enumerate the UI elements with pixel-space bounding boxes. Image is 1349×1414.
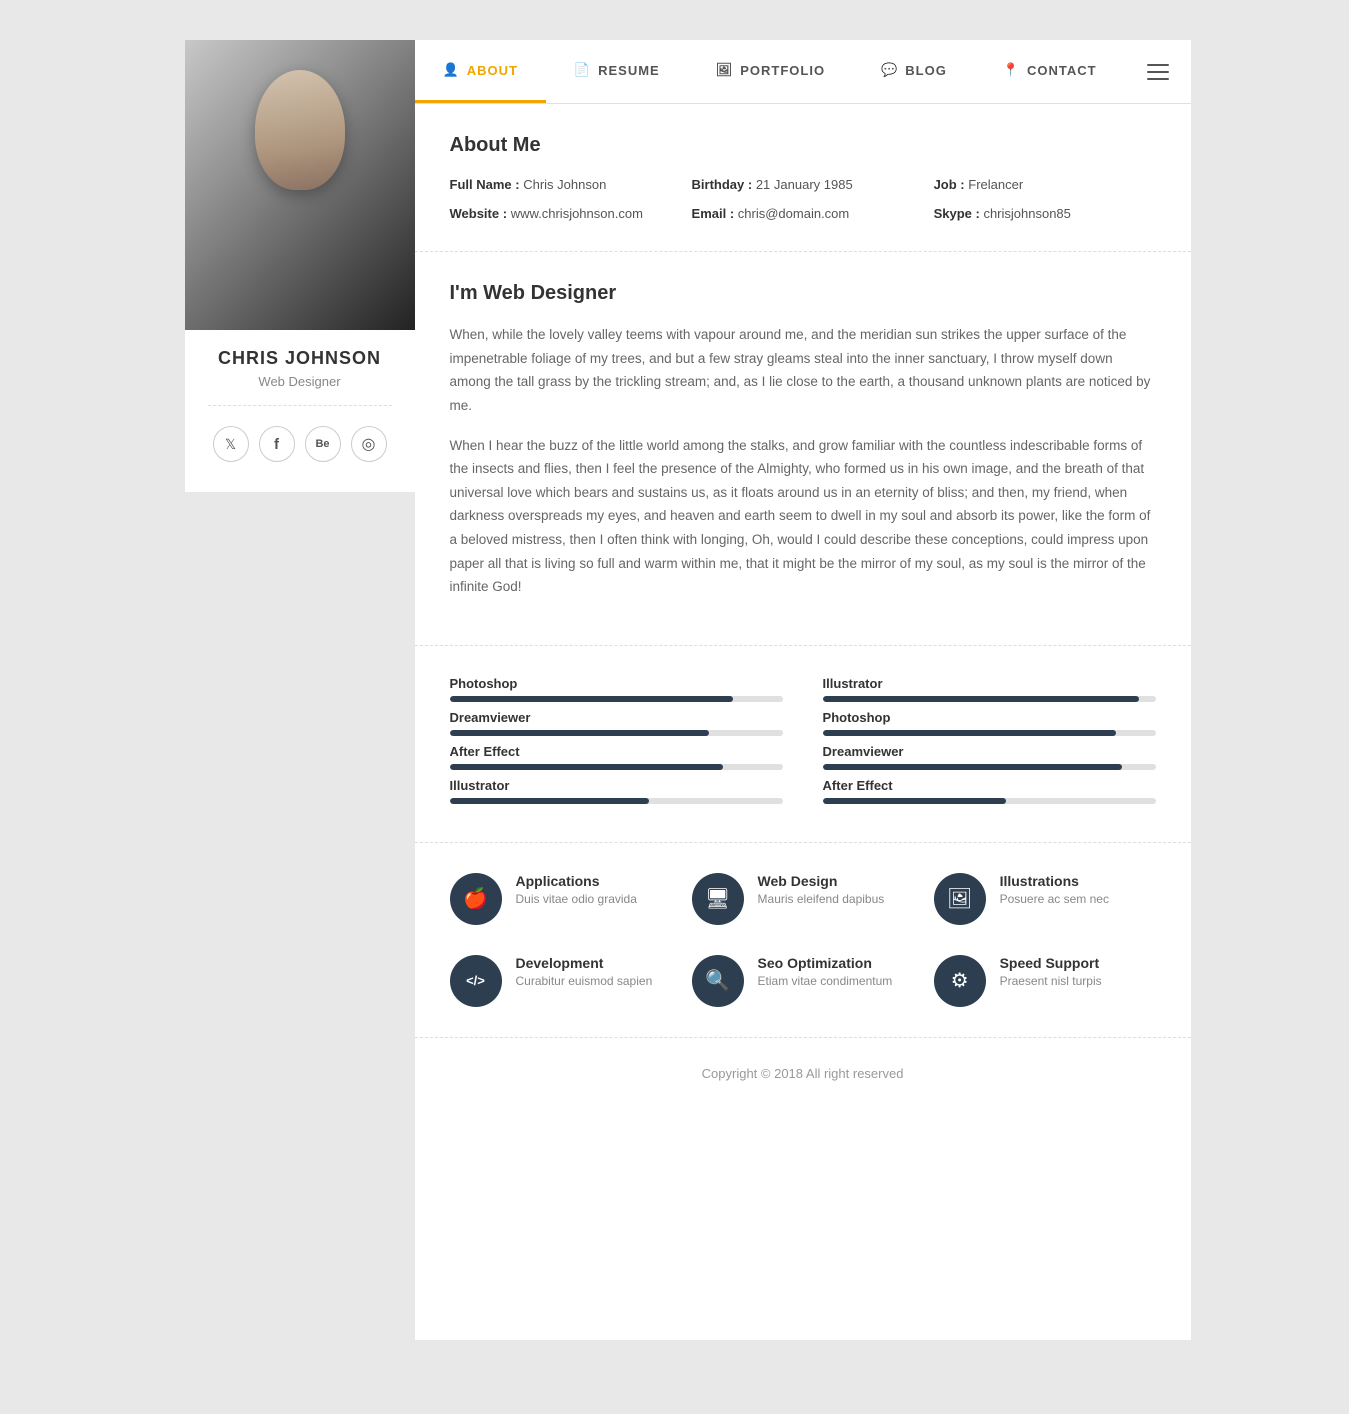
- skill-bar-bg: [450, 798, 783, 804]
- service-seo: 🔍 Seo Optimization Etiam vitae condiment…: [692, 955, 914, 1007]
- about-skype: Skype : chrisjohnson85: [934, 206, 1156, 221]
- hamburger-button[interactable]: [1125, 40, 1191, 103]
- skill-photoshop-left: Photoshop: [450, 676, 783, 702]
- bio-paragraph-1: When, while the lovely valley teems with…: [450, 323, 1156, 418]
- skill-bar-bg: [823, 696, 1156, 702]
- skill-bar-bg: [450, 730, 783, 736]
- skill-bar-fill: [823, 730, 1116, 736]
- dribbble-button[interactable]: ◎: [351, 426, 387, 462]
- service-speedsupport-text: Speed Support Praesent nisl turpis: [1000, 955, 1102, 988]
- skill-bar-fill: [450, 730, 710, 736]
- service-illustrations-text: Illustrations Posuere ac sem nec: [1000, 873, 1109, 906]
- contact-icon: 📍: [1003, 62, 1020, 78]
- nav-resume[interactable]: 📄 RESUME: [546, 40, 688, 103]
- service-applications-text: Applications Duis vitae odio gravida: [516, 873, 637, 906]
- sidebar: CHRIS JOHNSON Web Designer 𝕏 f Be ◎: [185, 40, 415, 492]
- skills-right: Illustrator Photoshop Dreamviewer: [823, 676, 1156, 812]
- skill-aftereffect-left: After Effect: [450, 744, 783, 770]
- skill-bar-bg: [823, 798, 1156, 804]
- hamburger-icon: [1147, 64, 1169, 80]
- about-job: Job : Frelancer: [934, 177, 1156, 192]
- service-webdesign: 🖥 Web Design Mauris eleifend dapibus: [692, 873, 914, 925]
- nav-portfolio[interactable]: 🖼 PORTFOLIO: [688, 40, 853, 103]
- portfolio-icon: 🖼: [716, 62, 734, 78]
- speedsupport-icon: ⚙: [934, 955, 986, 1007]
- applications-icon: 🍎: [450, 873, 502, 925]
- about-email: Email : chris@domain.com: [692, 206, 914, 221]
- bio-title: I'm Web Designer: [450, 282, 1156, 305]
- skill-bar-fill: [823, 798, 1006, 804]
- skill-bar-bg: [450, 764, 783, 770]
- services-grid: 🍎 Applications Duis vitae odio gravida 🖥…: [450, 873, 1156, 1007]
- development-icon: </>: [450, 955, 502, 1007]
- nav-bar: 👤 ABOUT 📄 RESUME 🖼 PORTFOLIO 💬 BLOG 📍 CO…: [415, 40, 1191, 104]
- sidebar-title: Web Designer: [258, 374, 340, 389]
- skill-bar-fill: [823, 696, 1139, 702]
- nav-about[interactable]: 👤 ABOUT: [415, 40, 546, 103]
- profile-photo: [185, 40, 415, 330]
- skill-bar-bg: [823, 730, 1156, 736]
- footer: Copyright © 2018 All right reserved: [415, 1038, 1191, 1109]
- sidebar-social: 𝕏 f Be ◎: [213, 426, 387, 462]
- skill-aftereffect-right: After Effect: [823, 778, 1156, 804]
- skill-dreamviewer-right: Dreamviewer: [823, 744, 1156, 770]
- bio-section: I'm Web Designer When, while the lovely …: [415, 252, 1191, 646]
- skills-left: Photoshop Dreamviewer After Effect: [450, 676, 783, 812]
- skill-bar-fill: [450, 696, 733, 702]
- sidebar-divider: [208, 405, 392, 406]
- service-speedsupport: ⚙ Speed Support Praesent nisl turpis: [934, 955, 1156, 1007]
- service-development: </> Development Curabitur euismod sapien: [450, 955, 672, 1007]
- nav-contact[interactable]: 📍 CONTACT: [975, 40, 1125, 103]
- about-section: About Me Full Name : Chris Johnson Birth…: [415, 104, 1191, 252]
- resume-icon: 📄: [574, 62, 591, 78]
- sidebar-name: CHRIS JOHNSON: [218, 348, 381, 369]
- skill-bar-fill: [450, 798, 650, 804]
- skill-photoshop-right: Photoshop: [823, 710, 1156, 736]
- about-grid: Full Name : Chris Johnson Birthday : 21 …: [450, 177, 1156, 221]
- skill-bar-fill: [823, 764, 1123, 770]
- skill-bar-bg: [823, 764, 1156, 770]
- illustrations-icon: 🖼: [934, 873, 986, 925]
- seo-icon: 🔍: [692, 955, 744, 1007]
- bio-paragraph-2: When I hear the buzz of the little world…: [450, 434, 1156, 599]
- skills-grid: Photoshop Dreamviewer After Effect: [450, 676, 1156, 812]
- behance-button[interactable]: Be: [305, 426, 341, 462]
- services-section: 🍎 Applications Duis vitae odio gravida 🖥…: [415, 843, 1191, 1038]
- page-wrapper: CHRIS JOHNSON Web Designer 𝕏 f Be ◎ 👤 AB…: [185, 40, 1165, 1340]
- about-website: Website : www.chrisjohnson.com: [450, 206, 672, 221]
- skill-bar-fill: [450, 764, 723, 770]
- nav-blog[interactable]: 💬 BLOG: [853, 40, 975, 103]
- service-illustrations: 🖼 Illustrations Posuere ac sem nec: [934, 873, 1156, 925]
- blog-icon: 💬: [881, 62, 898, 78]
- service-seo-text: Seo Optimization Etiam vitae condimentum: [758, 955, 893, 988]
- twitter-button[interactable]: 𝕏: [213, 426, 249, 462]
- skill-dreamviewer-left: Dreamviewer: [450, 710, 783, 736]
- about-title: About Me: [450, 134, 1156, 157]
- footer-text: Copyright © 2018 All right reserved: [702, 1066, 904, 1081]
- about-fullname: Full Name : Chris Johnson: [450, 177, 672, 192]
- main-content: 👤 ABOUT 📄 RESUME 🖼 PORTFOLIO 💬 BLOG 📍 CO…: [415, 40, 1191, 1340]
- service-development-text: Development Curabitur euismod sapien: [516, 955, 653, 988]
- skill-bar-bg: [450, 696, 783, 702]
- facebook-button[interactable]: f: [259, 426, 295, 462]
- service-applications: 🍎 Applications Duis vitae odio gravida: [450, 873, 672, 925]
- skill-illustrator-left: Illustrator: [450, 778, 783, 804]
- about-birthday: Birthday : 21 January 1985: [692, 177, 914, 192]
- service-webdesign-text: Web Design Mauris eleifend dapibus: [758, 873, 885, 906]
- skill-illustrator-right: Illustrator: [823, 676, 1156, 702]
- photo-placeholder: [185, 40, 415, 330]
- skills-section: Photoshop Dreamviewer After Effect: [415, 646, 1191, 843]
- webdesign-icon: 🖥: [692, 873, 744, 925]
- person-icon: 👤: [443, 62, 460, 78]
